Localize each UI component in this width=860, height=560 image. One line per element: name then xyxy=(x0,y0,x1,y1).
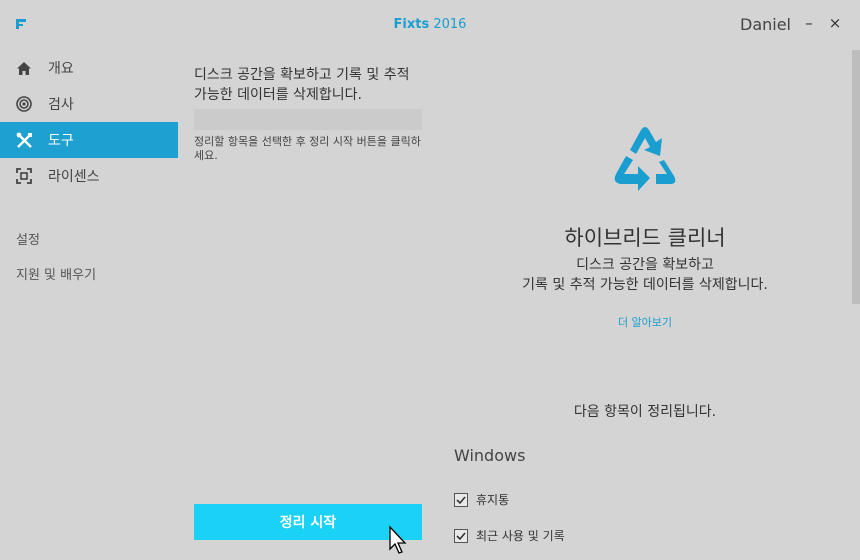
sidebar-item-overview[interactable]: 개요 xyxy=(0,50,178,86)
following-items-label: 다음 항목이 정리됩니다. xyxy=(573,404,717,420)
user-name[interactable]: Daniel xyxy=(740,15,791,34)
sidebar-item-label: 라이센스 xyxy=(48,169,100,185)
tool-hint: 정리할 항목을 선택한 후 정리 시작 버튼을 클릭하세요. xyxy=(194,135,421,162)
app-year: 2016 xyxy=(433,17,467,32)
cleaner-title: 하이브리드 클리너 xyxy=(564,226,726,250)
sidebar-item-scan[interactable]: 검사 xyxy=(0,86,178,122)
app-brand: Fixts xyxy=(393,17,430,32)
check-icon xyxy=(456,531,466,540)
title-bar: Fixts 2016 Daniel – × xyxy=(0,0,860,50)
cleaner-description: 디스크 공간을 확보하고 기록 및 추적 가능한 데이터를 삭제합니다. xyxy=(430,255,860,295)
sidebar-item-label: 개요 xyxy=(48,61,74,77)
radar-icon xyxy=(15,95,33,113)
cleaner-desc-line2: 기록 및 추적 가능한 데이터를 삭제합니다. xyxy=(522,277,768,293)
sidebar-item-tools[interactable]: 도구 xyxy=(0,122,178,158)
recycle-icon xyxy=(614,127,676,191)
cleaner-desc-line1: 디스크 공간을 확보하고 xyxy=(576,257,714,273)
close-button[interactable]: × xyxy=(826,14,844,36)
checkbox-row-recent-history[interactable]: 최근 사용 및 기록 xyxy=(454,527,565,544)
minimize-button[interactable]: – xyxy=(800,14,818,36)
mouse-cursor-icon xyxy=(389,525,407,554)
progress-placeholder xyxy=(194,109,422,130)
tools-icon xyxy=(15,131,33,149)
learn-more-link[interactable]: 더 알아보기 xyxy=(430,314,860,330)
checkbox-row-recycle-bin[interactable]: 휴지통 xyxy=(454,491,509,508)
sidebar-item-label: 검사 xyxy=(48,97,74,113)
sidebar-item-label: 도구 xyxy=(48,133,74,149)
sidebar: 개요 검사 도구 라이센스 설정 지원 및 배우기 xyxy=(0,50,178,560)
checkbox[interactable] xyxy=(454,528,468,543)
cleaner-panel: 하이브리드 클리너 디스크 공간을 확보하고 기록 및 추적 가능한 데이터를 … xyxy=(430,50,850,560)
sidebar-link-settings[interactable]: 설정 xyxy=(16,229,40,248)
section-title-windows: Windows xyxy=(454,446,526,465)
checkbox-label: 휴지통 xyxy=(476,493,510,507)
sidebar-item-license[interactable]: 라이센스 xyxy=(0,158,178,194)
tool-description-panel: 디스크 공간을 확보하고 기록 및 추적 가능한 데이터를 삭제합니다. 정리할… xyxy=(194,50,422,560)
tool-heading: 디스크 공간을 확보하고 기록 및 추적 가능한 데이터를 삭제합니다. xyxy=(194,67,410,103)
checkbox-label: 최근 사용 및 기록 xyxy=(476,529,565,543)
app-title: Fixts 2016 xyxy=(0,17,860,32)
checkbox[interactable] xyxy=(454,492,468,507)
sidebar-link-support[interactable]: 지원 및 배우기 xyxy=(16,264,96,283)
home-icon xyxy=(15,59,33,77)
check-icon xyxy=(456,495,466,504)
scrollbar[interactable] xyxy=(852,50,860,304)
license-icon xyxy=(15,167,33,185)
